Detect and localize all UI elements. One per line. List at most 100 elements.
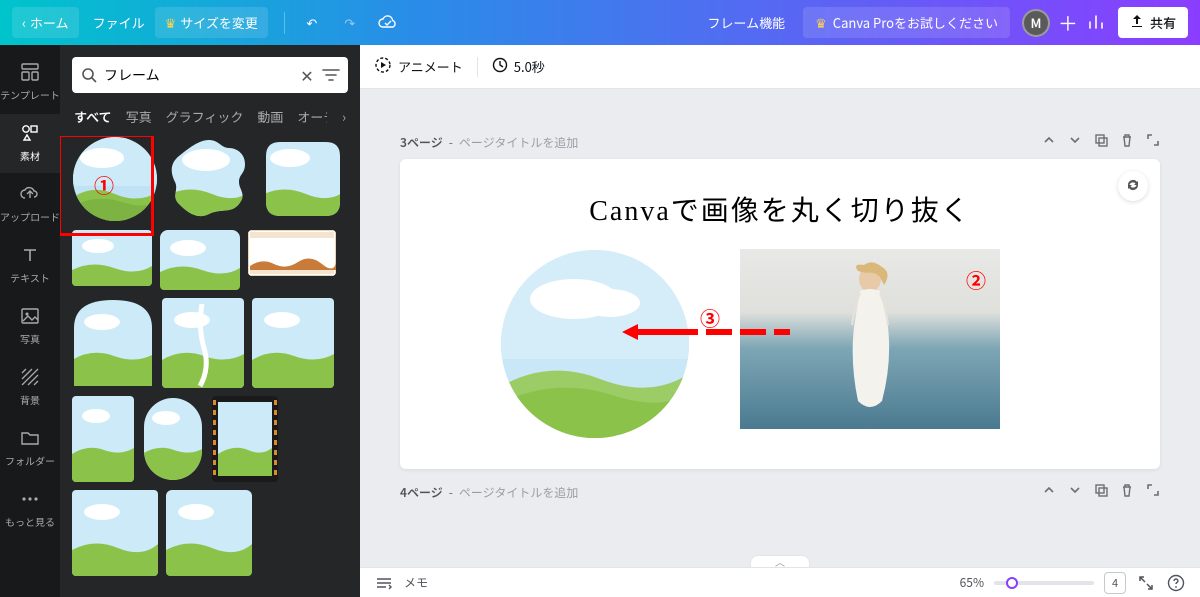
redo-button[interactable]: ↷ bbox=[331, 8, 369, 38]
share-label: 共有 bbox=[1150, 13, 1176, 32]
add-member-button[interactable]: ＋ bbox=[1054, 9, 1082, 37]
frame-portrait[interactable] bbox=[72, 396, 134, 482]
zoom-knob[interactable] bbox=[1006, 577, 1018, 589]
canvas-heading[interactable]: Canvaで画像を丸く切り抜く bbox=[400, 159, 1160, 229]
try-pro-button[interactable]: ♛ Canva Proをお試しください bbox=[803, 7, 1010, 38]
delete-button[interactable] bbox=[1120, 133, 1134, 151]
duplicate-button[interactable] bbox=[1094, 133, 1108, 151]
rail-background[interactable]: 背景 bbox=[0, 358, 60, 417]
frame-extra-1[interactable] bbox=[72, 490, 158, 576]
rail-label: アップロード bbox=[0, 209, 60, 224]
search-input[interactable] bbox=[104, 65, 292, 85]
elements-panel: ✕ すべて 写真 グラフィック 動画 オーデ › ① bbox=[60, 45, 360, 597]
home-button[interactable]: ‹ ホーム bbox=[12, 7, 79, 38]
frame-film[interactable] bbox=[212, 396, 278, 482]
move-down-button[interactable] bbox=[1068, 133, 1082, 151]
arrow-segment bbox=[774, 329, 790, 335]
fullscreen-button[interactable] bbox=[1136, 573, 1156, 593]
rail-folders[interactable]: フォルダー bbox=[0, 419, 60, 478]
animate-button[interactable]: アニメート bbox=[374, 56, 463, 78]
frame-feature-button[interactable]: フレーム機能 bbox=[698, 7, 796, 38]
animate-icon bbox=[374, 56, 392, 78]
share-button[interactable]: 共有 bbox=[1118, 7, 1188, 38]
move-up-button[interactable] bbox=[1042, 133, 1056, 151]
sync-button[interactable] bbox=[1118, 171, 1148, 201]
left-rail: テンプレート 素材 アップロード テキスト 写真 背景 フォルダー もっと見る bbox=[0, 45, 60, 597]
rail-more[interactable]: もっと見る bbox=[0, 480, 60, 539]
arrow-segment bbox=[706, 329, 732, 335]
arrow-segment bbox=[740, 329, 766, 335]
duplicate-button[interactable] bbox=[1094, 483, 1108, 501]
undo-button[interactable]: ↶ bbox=[293, 8, 331, 38]
zoom-slider[interactable] bbox=[994, 581, 1094, 585]
rail-uploads[interactable]: アップロード bbox=[0, 175, 60, 234]
filter-button[interactable] bbox=[322, 66, 340, 84]
cloud-status[interactable] bbox=[369, 8, 407, 38]
notes-icon bbox=[374, 573, 394, 593]
expand-button[interactable] bbox=[1146, 483, 1160, 501]
move-up-button[interactable] bbox=[1042, 483, 1056, 501]
canvas-page-3[interactable]: Canvaで画像を丸く切り抜く ② ③ bbox=[400, 159, 1160, 469]
frame-filmstrip[interactable] bbox=[248, 230, 336, 276]
frame-tall[interactable] bbox=[252, 298, 334, 388]
redo-icon: ↷ bbox=[341, 14, 359, 32]
help-button[interactable] bbox=[1166, 573, 1186, 593]
filter-audio[interactable]: オーデ bbox=[297, 107, 327, 126]
frame-arch[interactable] bbox=[72, 298, 154, 388]
rail-label: 背景 bbox=[20, 392, 40, 407]
page-count-button[interactable]: 4 bbox=[1104, 572, 1126, 594]
dash: - bbox=[449, 484, 453, 501]
search-box: ✕ bbox=[72, 57, 348, 93]
separator bbox=[477, 57, 478, 77]
filter-all[interactable]: すべて bbox=[74, 107, 112, 126]
frame-blob[interactable] bbox=[166, 136, 252, 222]
home-label: ホーム bbox=[30, 13, 69, 32]
file-menu[interactable]: ファイル bbox=[83, 7, 155, 38]
rail-photos[interactable]: 写真 bbox=[0, 297, 60, 356]
duration-button[interactable]: 5.0秒 bbox=[492, 57, 545, 77]
person-figure bbox=[838, 263, 902, 413]
filter-photos[interactable]: 写真 bbox=[126, 107, 152, 126]
frame-torn[interactable] bbox=[162, 298, 244, 388]
page-title-input[interactable]: ページタイトルを追加 bbox=[459, 484, 579, 501]
filter-video[interactable]: 動画 bbox=[257, 107, 283, 126]
file-label: ファイル bbox=[93, 13, 145, 32]
circle-frame-element[interactable] bbox=[500, 249, 690, 439]
crown-icon: ♛ bbox=[165, 13, 177, 32]
zoom-value[interactable]: 65% bbox=[960, 574, 984, 591]
insights-button[interactable] bbox=[1082, 9, 1110, 37]
bottom-bar: メモ 65% 4 bbox=[360, 567, 1200, 597]
expand-button[interactable] bbox=[1146, 133, 1160, 151]
rail-text[interactable]: テキスト bbox=[0, 236, 60, 295]
filter-graphics[interactable]: グラフィック bbox=[166, 107, 244, 126]
main-area: アニメート 5.0秒 3ページ - ページタイトルを追加 Canvaで画像を丸く… bbox=[360, 45, 1200, 567]
user-avatar[interactable]: M bbox=[1022, 9, 1050, 37]
crown-icon: ♛ bbox=[815, 13, 827, 32]
frame-square-md[interactable] bbox=[160, 230, 240, 290]
rail-elements[interactable]: 素材 bbox=[0, 114, 60, 173]
frame-rounded[interactable] bbox=[260, 136, 346, 222]
move-down-button[interactable] bbox=[1068, 483, 1082, 501]
arrow-head-icon bbox=[622, 324, 638, 340]
resize-button[interactable]: ♛ サイズを変更 bbox=[155, 7, 268, 38]
delete-button[interactable] bbox=[1120, 483, 1134, 501]
canvas-scroll[interactable]: 3ページ - ページタイトルを追加 Canvaで画像を丸く切り抜く bbox=[360, 89, 1200, 567]
elements-icon bbox=[19, 122, 41, 144]
notes-button[interactable]: メモ bbox=[404, 574, 428, 591]
page-title-input[interactable]: ページタイトルを追加 bbox=[459, 134, 579, 151]
photo-element[interactable] bbox=[740, 249, 1000, 429]
divider bbox=[284, 12, 285, 34]
frame-circle[interactable] bbox=[72, 136, 158, 222]
chevron-left-icon: ‹ bbox=[22, 13, 26, 32]
frame-extra-2[interactable] bbox=[166, 490, 252, 576]
add-page-tab[interactable]: ︿ bbox=[750, 555, 810, 567]
background-icon bbox=[19, 366, 41, 388]
animate-label: アニメート bbox=[398, 57, 463, 76]
annotation-label-1: ① bbox=[94, 170, 114, 199]
frame-pill[interactable] bbox=[142, 396, 204, 482]
frame-square-sm[interactable] bbox=[72, 230, 152, 286]
scroll-right-icon[interactable]: › bbox=[342, 107, 346, 126]
clear-search-button[interactable]: ✕ bbox=[298, 66, 316, 84]
rail-templates[interactable]: テンプレート bbox=[0, 53, 60, 112]
frame-feature-label: フレーム機能 bbox=[708, 13, 786, 32]
